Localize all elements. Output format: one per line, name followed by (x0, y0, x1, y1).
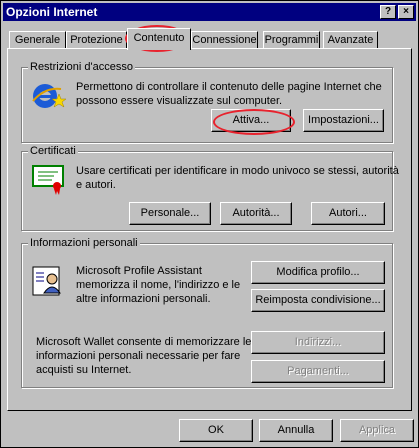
help-button[interactable]: ? (380, 5, 396, 19)
edit-profile-button[interactable]: Modifica profilo... (251, 261, 385, 284)
certificates-text-1: Usare certificati per identificare in mo… (76, 165, 399, 177)
certificates-label: Certificati (28, 145, 78, 157)
profile-card-icon (32, 266, 61, 296)
cancel-button[interactable]: Annulla (259, 419, 333, 442)
internet-explorer-icon (32, 84, 67, 108)
certificate-icon (32, 165, 64, 195)
enable-button[interactable]: Attiva... (211, 109, 291, 132)
wallet-text-2: informazioni personali necessarie per fa… (36, 350, 241, 362)
addresses-button[interactable]: Indirizzi... (251, 331, 385, 354)
reset-sharing-button[interactable]: Reimposta condivisione... (251, 289, 385, 312)
internet-options-dialog: Opzioni Internet ? × Generale Protezione… (0, 0, 419, 448)
ok-button[interactable]: OK (179, 419, 253, 442)
settings-button[interactable]: Impostazioni... (303, 109, 384, 132)
access-restrictions-label: Restrizioni d'accesso (28, 61, 135, 73)
personal-info-label: Informazioni personali (28, 237, 140, 249)
restrictions-text-2: possono essere visualizzate sul computer… (76, 95, 283, 107)
title-bar[interactable]: Opzioni Internet ? × (3, 3, 416, 21)
tab-connessione[interactable]: Connessione (191, 31, 258, 49)
payments-button[interactable]: Pagamenti... (251, 360, 385, 383)
tab-generale[interactable]: Generale (9, 31, 66, 49)
assistant-text-1: Microsoft Profile Assistant (76, 265, 202, 277)
tab-programmi[interactable]: Programmi (263, 31, 320, 49)
tab-avanzate[interactable]: Avanzate (323, 31, 378, 49)
authorities-button[interactable]: Autorità... (220, 202, 292, 225)
apply-button[interactable]: Applica (340, 419, 414, 442)
tab-protezione[interactable]: Protezione (66, 31, 127, 49)
close-button[interactable]: × (398, 5, 414, 19)
wallet-text-3: acquisti su Internet. (36, 364, 132, 376)
window-title: Opzioni Internet (6, 5, 98, 19)
authors-button[interactable]: Autori... (311, 202, 385, 225)
assistant-text-3: altre informazioni personali. (76, 293, 211, 305)
tab-contenuto[interactable]: Contenuto (127, 28, 191, 50)
restrictions-text-1: Permettono di controllare il contenuto d… (76, 81, 382, 93)
assistant-text-2: memorizza il nome, l'indirizzo e le (76, 279, 241, 291)
personal-button[interactable]: Personale... (129, 202, 211, 225)
certificates-text-2: e autori. (76, 179, 116, 191)
wallet-text-1: Microsoft Wallet consente di memorizzare… (36, 336, 252, 348)
